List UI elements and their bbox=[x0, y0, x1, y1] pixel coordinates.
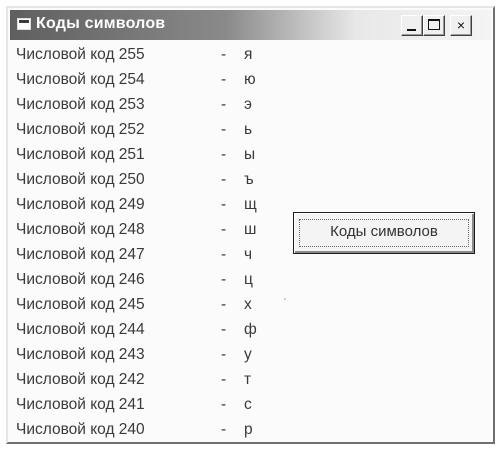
list-item: Числовой код 255 - я bbox=[16, 42, 276, 67]
code-label: Числовой код 253 bbox=[16, 96, 145, 113]
list-item: Числовой код 245 - х bbox=[16, 292, 276, 317]
window-title: Коды символов bbox=[36, 15, 166, 32]
character-codes-button-label: Коды символов bbox=[330, 223, 438, 240]
app-window: Коды символов × Числовой код 255- я Числов… bbox=[6, 6, 495, 444]
code-label: Числовой код 248 bbox=[16, 221, 145, 238]
separator-dash: - bbox=[221, 221, 227, 238]
list-item: Числовой код 241 - с bbox=[16, 392, 276, 417]
code-label: Числовой код 242 bbox=[16, 371, 145, 388]
list-item: Числовой код 240 - р bbox=[16, 417, 276, 442]
separator-dash: - bbox=[221, 371, 227, 388]
character-value: ю bbox=[244, 71, 256, 88]
list-item: Числовой код 252 - ь bbox=[16, 117, 276, 142]
separator-dash: - bbox=[221, 171, 227, 188]
character-code-list: Числовой код 255- я Числовой код 254- ю Числ… bbox=[16, 42, 276, 442]
separator-dash: - bbox=[221, 271, 227, 288]
character-codes-button[interactable]: Коды символов bbox=[293, 212, 475, 254]
list-item: Числовой код 249 - щ bbox=[16, 192, 276, 217]
separator-dash: - bbox=[221, 71, 227, 88]
character-value: я bbox=[244, 46, 253, 63]
code-label: Числовой код 255 bbox=[16, 46, 145, 63]
character-value: с bbox=[244, 396, 252, 413]
separator-dash: - bbox=[221, 146, 227, 163]
separator-dash: - bbox=[221, 96, 227, 113]
separator-dash: - bbox=[221, 321, 227, 338]
code-label: Числовой код 254 bbox=[16, 71, 145, 88]
list-item: Числовой код 242 - т bbox=[16, 367, 276, 392]
code-label: Числовой код 240 bbox=[16, 421, 145, 438]
list-item: Числовой код 254 - ю bbox=[16, 67, 276, 92]
list-item: Числовой код 248 - ш bbox=[16, 217, 276, 242]
character-value: э bbox=[244, 96, 252, 113]
character-value: ш bbox=[244, 221, 257, 238]
maximize-button[interactable] bbox=[423, 15, 445, 36]
separator-dash: - bbox=[221, 396, 227, 413]
minimize-button[interactable] bbox=[401, 15, 423, 36]
code-label: Числовой код 243 bbox=[16, 346, 145, 363]
code-label: Числовой код 252 bbox=[16, 121, 145, 138]
code-label: Числовой код 250 bbox=[16, 171, 145, 188]
code-label: Числовой код 241 bbox=[16, 396, 145, 413]
code-label: Числовой код 245 bbox=[16, 296, 145, 313]
code-label: Числовой код 246 bbox=[16, 271, 145, 288]
separator-dash: - bbox=[221, 46, 227, 63]
window-client-area: Числовой код 255- я Числовой код 254- ю Числ… bbox=[10, 42, 491, 440]
separator-dash: - bbox=[221, 296, 227, 313]
minimize-icon bbox=[407, 29, 416, 31]
character-value: ц bbox=[244, 271, 253, 288]
character-value: щ bbox=[244, 196, 257, 213]
list-item: Числовой код 250 - ъ bbox=[16, 167, 276, 192]
code-label: Числовой код 247 bbox=[16, 246, 145, 263]
separator-dash: - bbox=[221, 346, 227, 363]
character-value: ч bbox=[244, 246, 253, 263]
maximize-icon bbox=[428, 19, 440, 30]
separator-dash: - bbox=[221, 196, 227, 213]
list-item: Числовой код 247 - ч bbox=[16, 242, 276, 267]
code-label: Числовой код 249 bbox=[16, 196, 145, 213]
list-item: Числовой код 251 - ы bbox=[16, 142, 276, 167]
close-button[interactable]: × bbox=[450, 15, 472, 36]
form-speck bbox=[284, 298, 286, 300]
code-label: Числовой код 244 bbox=[16, 321, 145, 338]
list-item: Числовой код 253 - э bbox=[16, 92, 276, 117]
character-value: ъ bbox=[244, 171, 254, 188]
separator-dash: - bbox=[221, 121, 227, 138]
separator-dash: - bbox=[221, 421, 227, 438]
code-label: Числовой код 251 bbox=[16, 146, 145, 163]
character-value: ы bbox=[244, 146, 256, 163]
character-value: р bbox=[244, 421, 253, 438]
list-item: Числовой код 246 - ц bbox=[16, 267, 276, 292]
character-value: ь bbox=[244, 121, 253, 138]
title-bar[interactable]: Коды символов × bbox=[10, 10, 491, 40]
separator-dash: - bbox=[221, 246, 227, 263]
list-item: Числовой код 244 - ф bbox=[16, 317, 276, 342]
character-value: ф bbox=[244, 321, 257, 338]
close-icon: × bbox=[456, 17, 466, 33]
character-value: х bbox=[244, 296, 252, 313]
character-value: т bbox=[244, 371, 252, 388]
list-item: Числовой код 243 - у bbox=[16, 342, 276, 367]
window-icon[interactable] bbox=[17, 18, 31, 30]
character-value: у bbox=[244, 346, 252, 363]
